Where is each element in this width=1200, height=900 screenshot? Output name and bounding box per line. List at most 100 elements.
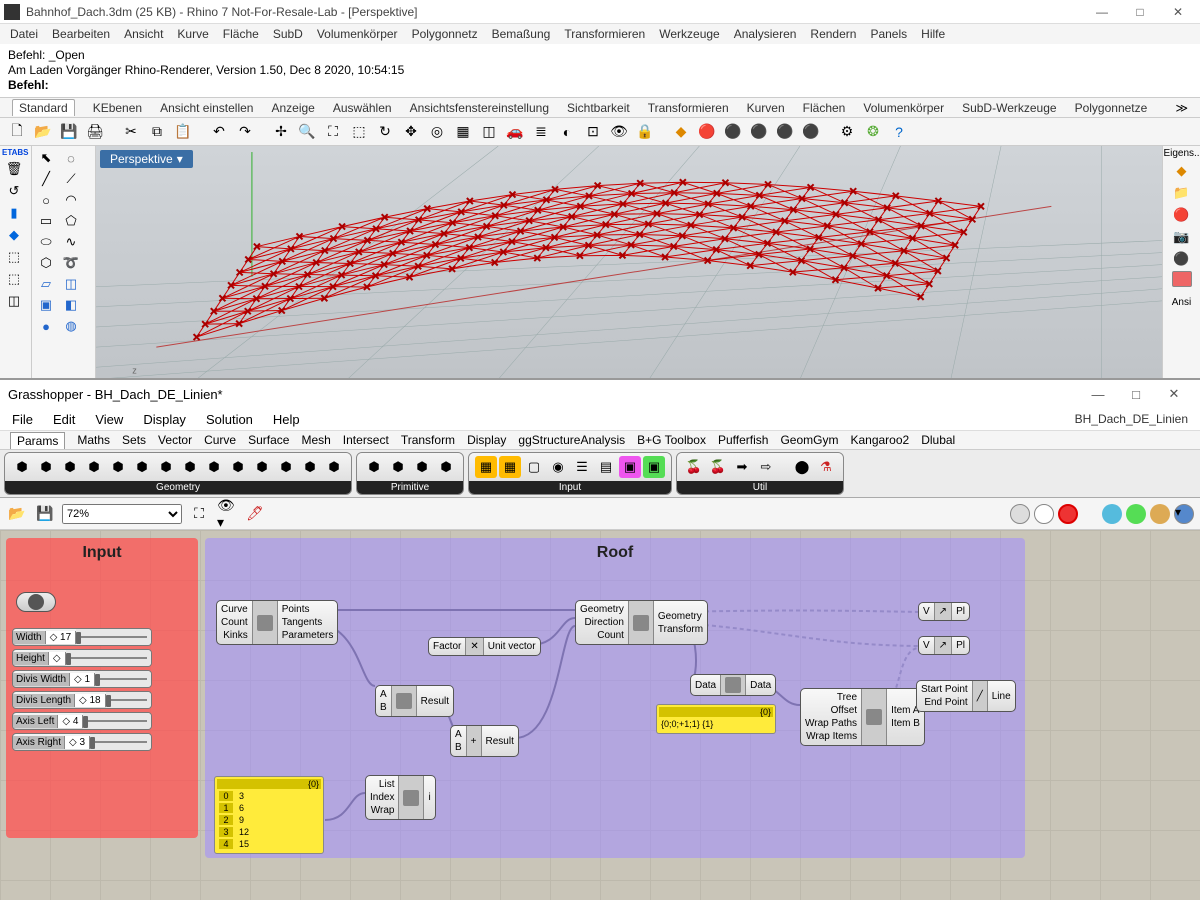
display-mode-icon[interactable] — [1102, 504, 1122, 524]
render-panel-icon[interactable]: 📷 — [1170, 227, 1194, 247]
line-icon[interactable]: ╱ — [34, 169, 58, 189]
display-mode-icon[interactable] — [1150, 504, 1170, 524]
hex-icon[interactable]: ⬢ — [11, 456, 33, 478]
copy-icon[interactable]: ⧉ — [146, 121, 168, 143]
etabs-tool-icon[interactable]: ⬚ — [2, 247, 26, 267]
hex-icon[interactable]: ⬢ — [155, 456, 177, 478]
gh-tab[interactable]: Pufferfish — [718, 433, 768, 447]
hide-icon[interactable]: 👁 — [608, 121, 630, 143]
component-shift-paths[interactable]: TreeOffsetWrap PathsWrap Items Item AIte… — [800, 688, 925, 746]
new-file-icon[interactable]: 🗋 — [6, 121, 28, 143]
gh-tab[interactable]: Sets — [122, 433, 146, 447]
component-line[interactable]: Start PointEnd Point ╱ Line — [916, 680, 1016, 712]
preview-off-icon[interactable] — [1010, 504, 1030, 524]
menu-item[interactable]: Polygonnetz — [412, 27, 478, 41]
toolbar-tab[interactable]: Auswählen — [333, 101, 392, 115]
save-file-icon[interactable]: 💾 — [58, 121, 80, 143]
geometry-pipeline[interactable] — [16, 592, 56, 612]
menu-item[interactable]: Fläche — [223, 27, 259, 41]
command-area[interactable]: Befehl: _Open Am Laden Vorgänger Rhino-R… — [0, 44, 1200, 98]
number-slider[interactable]: Divis Width◇ 1 — [12, 670, 152, 688]
polyline-icon[interactable]: ⟋ — [59, 169, 83, 189]
preview-shaded-icon[interactable] — [1058, 504, 1078, 524]
gh-canvas[interactable]: Input Width◇ 17Height◇ Divis Width◇ 1Div… — [0, 530, 1200, 900]
gh-tab[interactable]: GeomGym — [780, 433, 838, 447]
open-file-icon[interactable]: 📂 — [32, 121, 54, 143]
display-panel-icon[interactable]: 🔴 — [1170, 205, 1194, 225]
tab-overflow[interactable]: ≫ — [1175, 101, 1188, 115]
move-icon[interactable]: ✢ — [270, 121, 292, 143]
lock-icon[interactable]: 🔒 — [634, 121, 656, 143]
number-slider[interactable]: Height◇ — [12, 649, 152, 667]
zoom-select[interactable]: 72% — [62, 504, 182, 524]
polygon-icon[interactable]: ⬠ — [59, 211, 83, 231]
named-views-icon[interactable]: 🚗 — [504, 121, 526, 143]
gh-tab[interactable]: Display — [467, 433, 506, 447]
circle-icon[interactable]: ○ — [34, 190, 58, 210]
gh-tab[interactable]: Mesh — [301, 433, 330, 447]
menu-item[interactable]: Panels — [870, 27, 907, 41]
etabs-tool-icon[interactable]: 🗑 — [2, 159, 26, 179]
hex-icon[interactable]: ⬢ — [363, 456, 385, 478]
menu-item[interactable]: Werkzeuge — [659, 27, 719, 41]
gh-panel-list[interactable]: {0} 031629312415 — [214, 776, 324, 854]
sq-icon[interactable]: ▣ — [619, 456, 641, 478]
toolbar-tab[interactable]: Ansichtsfenstereinstellung — [410, 101, 549, 115]
toolbar-tab[interactable]: SubD-Werkzeuge — [962, 101, 1057, 115]
gh-group-input[interactable]: Input Width◇ 17Height◇ Divis Width◇ 1Div… — [6, 538, 198, 838]
component-plane[interactable]: V ↗ Pl — [918, 602, 970, 621]
component-linear-array[interactable]: GeometryDirectionCount GeometryTransform — [575, 600, 708, 645]
viewport-layout-icon[interactable]: ▦ — [452, 121, 474, 143]
toolbar-tab[interactable]: Anzeige — [271, 101, 314, 115]
minimize-button[interactable]: — — [1084, 2, 1120, 22]
gh-tab[interactable]: Vector — [158, 433, 192, 447]
shade-silver-icon[interactable]: ⚫ — [748, 121, 770, 143]
sq-icon[interactable]: ▤ — [595, 456, 617, 478]
hex-icon[interactable]: ⬢ — [179, 456, 201, 478]
rotate-view-icon[interactable]: ↻ — [374, 121, 396, 143]
menu-item[interactable]: Rendern — [810, 27, 856, 41]
materials-panel-icon[interactable]: ⚫ — [1170, 249, 1194, 269]
gh-menu-item[interactable]: Solution — [206, 412, 253, 427]
gh-minimize-button[interactable]: — — [1080, 384, 1116, 404]
cylinder-icon[interactable]: ◍ — [59, 316, 83, 336]
etabs-tool-icon[interactable]: ◆ — [2, 225, 26, 245]
pointer-icon[interactable]: ⬉ — [34, 148, 58, 168]
menu-item[interactable]: Datei — [10, 27, 38, 41]
component-divide[interactable]: CurveCountKinks PointsTangentsParameters — [216, 600, 338, 645]
arrow-icon[interactable]: ➡ — [731, 456, 753, 478]
gh-panel-small[interactable]: {0} {0;0;+1;1} {1} — [656, 704, 776, 734]
preview-icon[interactable]: 👁▾ — [216, 503, 238, 525]
shade-blue2-icon[interactable]: ⚫ — [800, 121, 822, 143]
cherry-icon[interactable]: 🍒 — [707, 456, 729, 478]
gh-tab[interactable]: Maths — [77, 433, 110, 447]
menu-item[interactable]: Volumenkörper — [317, 27, 398, 41]
menu-item[interactable]: Transformieren — [564, 27, 645, 41]
hex-icon[interactable]: ⬢ — [107, 456, 129, 478]
help-icon[interactable]: ? — [888, 121, 910, 143]
redo-icon[interactable]: ↷ — [234, 121, 256, 143]
menu-item[interactable]: SubD — [273, 27, 303, 41]
sq-icon[interactable]: ▦ — [475, 456, 497, 478]
sq-icon[interactable]: ▢ — [523, 456, 545, 478]
gh-menu-item[interactable]: View — [95, 412, 123, 427]
gh-tab[interactable]: Intersect — [343, 433, 389, 447]
hex-icon[interactable]: ⬢ — [323, 456, 345, 478]
osnap-icon[interactable]: ⊡ — [582, 121, 604, 143]
menu-item[interactable]: Bemaßung — [492, 27, 551, 41]
render-icon[interactable]: ◆ — [670, 121, 692, 143]
gh-tab[interactable]: Dlubal — [921, 433, 955, 447]
menu-item[interactable]: Analysieren — [734, 27, 797, 41]
sq-icon[interactable]: ☰ — [571, 456, 593, 478]
etabs-tool-icon[interactable]: ↺ — [2, 181, 26, 201]
toolbar-tab[interactable]: Flächen — [803, 101, 846, 115]
shade-icon[interactable]: ⚫ — [722, 121, 744, 143]
toolbar-tab[interactable]: Volumenkörper — [863, 101, 944, 115]
zoom-extents-icon[interactable]: ⛶ — [322, 121, 344, 143]
number-slider[interactable]: Width◇ 17 — [12, 628, 152, 646]
number-slider[interactable]: Axis Left◇ 4 — [12, 712, 152, 730]
print-icon[interactable]: 🖨 — [84, 121, 106, 143]
gh-tab[interactable]: ggStructureAnalysis — [518, 433, 625, 447]
toolbar-tab[interactable]: Standard — [12, 99, 75, 116]
component-data[interactable]: Data Data — [690, 674, 776, 696]
